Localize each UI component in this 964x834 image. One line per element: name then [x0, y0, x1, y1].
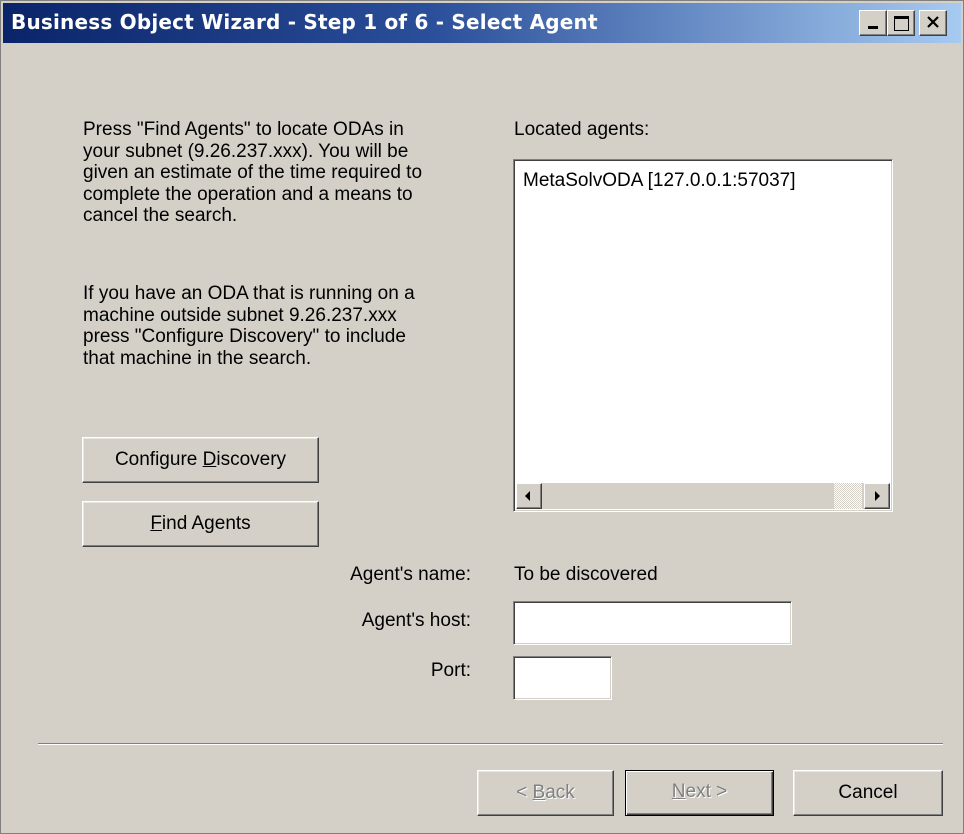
- configure-discovery-instructions: If you have an ODA that is running on a …: [83, 283, 415, 369]
- title-bar[interactable]: Business Object Wizard - Step 1 of 6 - S…: [3, 3, 961, 43]
- scroll-left-button[interactable]: [516, 483, 542, 509]
- list-item[interactable]: MetaSolvODA [127.0.0.1:57037]: [523, 170, 796, 192]
- configure-discovery-label: Configure Discovery: [114, 449, 287, 470]
- back-label: < Back: [516, 782, 575, 803]
- minimize-icon: [868, 26, 878, 29]
- close-icon: [927, 16, 939, 28]
- agent-name-label: Agent's name:: [350, 564, 471, 585]
- agent-host-label: Agent's host:: [361, 610, 471, 631]
- horizontal-scrollbar[interactable]: [516, 483, 890, 509]
- next-label: Next >: [671, 781, 728, 802]
- port-label: Port:: [430, 660, 471, 681]
- arrow-left-icon: [525, 491, 530, 501]
- agent-host-input[interactable]: [513, 601, 792, 645]
- cancel-button[interactable]: Cancel: [793, 770, 943, 816]
- scroll-right-button[interactable]: [864, 483, 890, 509]
- maximize-button[interactable]: [887, 10, 915, 36]
- port-input[interactable]: [513, 656, 612, 700]
- maximize-icon: [894, 16, 909, 31]
- find-agents-instructions: Press "Find Agents" to locate ODAs in yo…: [83, 119, 423, 226]
- wizard-window: Business Object Wizard - Step 1 of 6 - S…: [0, 0, 964, 834]
- close-button[interactable]: [919, 10, 947, 36]
- located-agents-label: Located agents:: [514, 119, 650, 140]
- find-agents-button[interactable]: Find Agents: [82, 501, 319, 547]
- arrow-right-icon: [875, 491, 880, 501]
- configure-discovery-button[interactable]: Configure Discovery: [82, 437, 319, 483]
- scrollbar-track[interactable]: [834, 483, 862, 509]
- separator-line: [38, 743, 943, 745]
- scrollbar-thumb[interactable]: [542, 483, 834, 509]
- minimize-button[interactable]: [859, 10, 887, 36]
- window-title: Business Object Wizard - Step 1 of 6 - S…: [11, 10, 598, 34]
- next-button[interactable]: Next >: [625, 770, 774, 816]
- find-agents-label: Find Agents: [150, 513, 251, 534]
- located-agents-list[interactable]: MetaSolvODA [127.0.0.1:57037]: [513, 159, 893, 512]
- back-button[interactable]: < Back: [477, 770, 614, 816]
- agent-name-value: To be discovered: [514, 564, 658, 585]
